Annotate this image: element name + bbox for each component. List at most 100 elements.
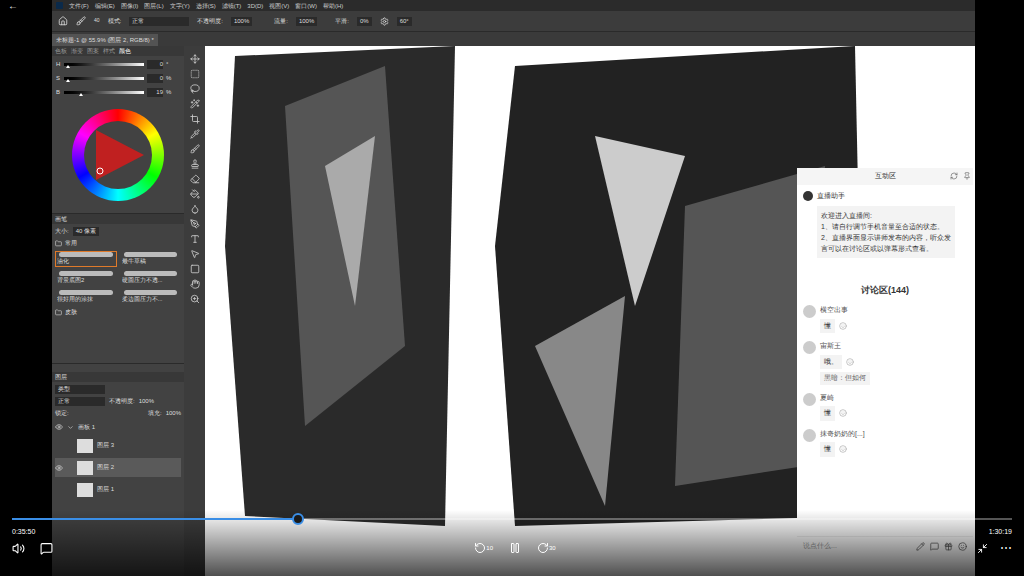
- layer-opacity[interactable]: 100%: [139, 397, 154, 406]
- tool-icon[interactable]: [190, 294, 200, 304]
- color-tab[interactable]: 颜色: [119, 47, 131, 56]
- folder-icon: [55, 309, 62, 316]
- progress-fill: [12, 518, 298, 520]
- tool-icon[interactable]: [190, 69, 200, 79]
- brush-preset[interactable]: 油化: [55, 251, 117, 267]
- layer-row[interactable]: 图层 3: [55, 436, 181, 455]
- mode-label: 模式:: [108, 17, 122, 26]
- color-tab[interactable]: 色板: [55, 47, 67, 56]
- tool-icon[interactable]: [190, 99, 200, 109]
- menu-item[interactable]: 窗口(W): [295, 3, 317, 9]
- home-icon[interactable]: [58, 16, 68, 26]
- menu-item[interactable]: 帮助(H): [323, 3, 343, 9]
- tool-icon[interactable]: [190, 279, 200, 289]
- tool-icon[interactable]: [190, 264, 200, 274]
- eye-icon[interactable]: [55, 464, 63, 472]
- chat-message: 夏崎懂: [803, 393, 967, 421]
- angle-field[interactable]: 60°: [397, 17, 412, 26]
- expand-icon[interactable]: [67, 424, 74, 431]
- tool-icon[interactable]: [190, 54, 200, 64]
- tool-icon[interactable]: [190, 144, 200, 154]
- brush-preset[interactable]: 硬圆压力不透...: [120, 270, 182, 286]
- layer-filter[interactable]: 类型: [55, 385, 105, 394]
- brush-folder[interactable]: 皮肤: [65, 308, 77, 317]
- brush-preset[interactable]: 最牛草稿: [120, 251, 182, 267]
- brush-preset[interactable]: 背景底图2: [55, 270, 117, 286]
- menu-item[interactable]: 视图(V): [269, 3, 289, 9]
- react-icon[interactable]: [846, 358, 854, 366]
- current-time: 0:35:50: [12, 527, 35, 538]
- subtitle-icon[interactable]: [40, 542, 53, 555]
- tool-icon[interactable]: [190, 204, 200, 214]
- layer-row[interactable]: 图层 2: [55, 458, 181, 477]
- options-bar: 40模式:正常不透明度:100%流量:100%平滑:0%60°: [52, 11, 975, 32]
- size-field[interactable]: 40 像素: [73, 227, 99, 236]
- layer-row[interactable]: 图层 1: [55, 480, 181, 499]
- brush-panel: 画笔大小:40 像素常用油化最牛草稿背景底图2硬圆压力不透...很好用的涂抹柔边…: [52, 214, 184, 364]
- flow-field[interactable]: 100%: [296, 17, 317, 26]
- avatar-icon: [803, 305, 816, 318]
- eye-icon[interactable]: [55, 423, 63, 431]
- color-tab[interactable]: 图案: [87, 47, 99, 56]
- tool-icon[interactable]: [190, 84, 200, 94]
- menu-item[interactable]: 文件(F): [69, 3, 89, 9]
- progress-knob[interactable]: [292, 513, 304, 525]
- brush-preset[interactable]: 很好用的涂抹: [55, 289, 117, 305]
- color-slider[interactable]: H0°: [56, 60, 180, 69]
- tool-icon[interactable]: [190, 129, 200, 139]
- color-tab[interactable]: 样式: [103, 47, 115, 56]
- menu-item[interactable]: 文字(Y): [170, 3, 190, 9]
- mode-select[interactable]: 正常: [129, 17, 189, 26]
- smooth-field[interactable]: 0%: [357, 17, 372, 26]
- pin-icon[interactable]: [963, 172, 971, 180]
- brush-grid: 油化最牛草稿背景底图2硬圆压力不透...很好用的涂抹柔边圆压力不...: [55, 251, 181, 305]
- back-button[interactable]: ←: [8, 1, 52, 11]
- brush-icon[interactable]: [76, 16, 86, 26]
- menu-item[interactable]: 3D(D): [247, 3, 263, 9]
- brush-panel-title: 画笔: [52, 214, 184, 224]
- tool-icon[interactable]: [190, 219, 200, 229]
- react-icon[interactable]: [839, 445, 847, 453]
- progress-bar[interactable]: [12, 518, 1012, 520]
- brush-group[interactable]: 常用: [65, 239, 77, 248]
- refresh-icon[interactable]: [950, 172, 958, 180]
- tool-icon[interactable]: [190, 249, 200, 259]
- menu-item[interactable]: 图像(I): [121, 3, 139, 9]
- color-tab[interactable]: 渐变: [71, 47, 83, 56]
- doc-tab[interactable]: 未标题-1 @ 55.9% (图层 2, RGB/8) *: [52, 34, 158, 46]
- left-panels: 色板渐变图案样式颜色H0°S0%B19%画笔大小:40 像素常用油化最牛草稿背景…: [52, 46, 184, 576]
- tool-icon[interactable]: [190, 114, 200, 124]
- tool-icon[interactable]: [190, 234, 200, 244]
- avatar-icon: [803, 191, 813, 201]
- color-wheel-icon[interactable]: [72, 109, 164, 201]
- menu-item[interactable]: 编辑(E): [95, 3, 115, 9]
- tool-icon[interactable]: [190, 174, 200, 184]
- folder-icon: [55, 240, 62, 247]
- forward-button[interactable]: 30: [537, 542, 556, 554]
- tool-icon[interactable]: [190, 159, 200, 169]
- menu-item[interactable]: 滤镜(T): [222, 3, 242, 9]
- brush-preset[interactable]: 柔边圆压力不...: [120, 289, 182, 305]
- brush-size[interactable]: 40: [94, 17, 100, 25]
- react-icon[interactable]: [839, 322, 847, 330]
- rewind-button[interactable]: 10: [474, 542, 493, 554]
- color-slider[interactable]: S0%: [56, 74, 180, 83]
- tool-icon[interactable]: [190, 189, 200, 199]
- settings-icon[interactable]: [380, 17, 389, 26]
- color-slider[interactable]: B19%: [56, 88, 180, 97]
- artboard-row[interactable]: 画板 1: [55, 421, 181, 433]
- exit-fullscreen-icon[interactable]: [977, 543, 988, 554]
- more-button[interactable]: ⋯: [1000, 542, 1012, 554]
- message-user: 宙斯王: [820, 341, 870, 352]
- react-icon[interactable]: [839, 409, 847, 417]
- message-bubble: 懂: [820, 442, 835, 457]
- volume-icon[interactable]: [12, 542, 25, 555]
- fill-label: 填充:: [148, 409, 162, 418]
- blend-select[interactable]: 正常: [55, 397, 105, 406]
- opacity-field[interactable]: 100%: [231, 17, 252, 26]
- menu-item[interactable]: 图层(L): [144, 3, 163, 9]
- menu-item[interactable]: 选择(S): [196, 3, 216, 9]
- pause-icon[interactable]: [509, 542, 521, 554]
- fill-field[interactable]: 100%: [166, 409, 181, 418]
- menu-bar: 文件(F) 编辑(E) 图像(I) 图层(L) 文字(Y) 选择(S) 滤镜(T) 3D(D)…: [52, 0, 975, 11]
